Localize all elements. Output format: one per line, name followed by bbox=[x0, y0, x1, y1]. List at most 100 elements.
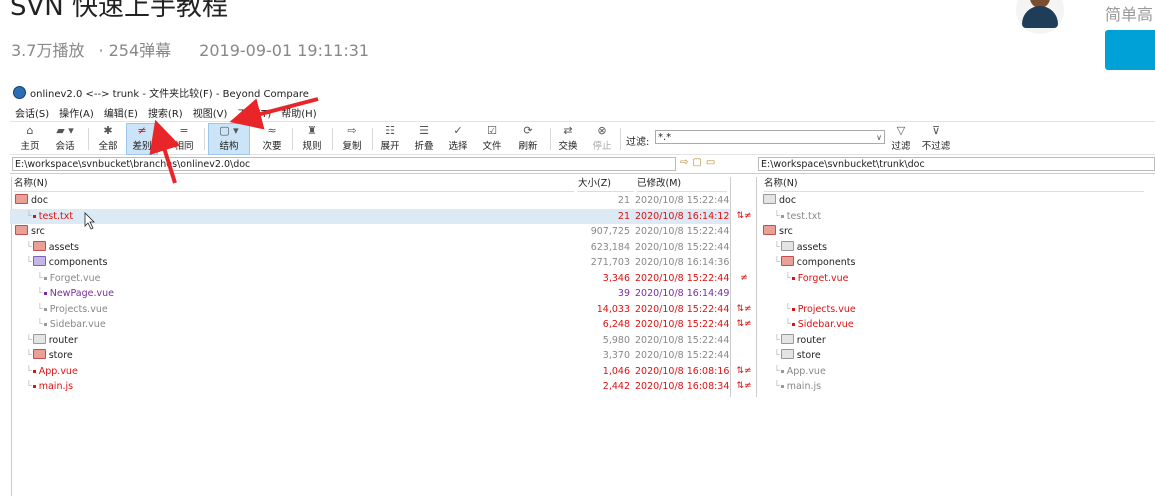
right-file-row[interactable]: └ main.js bbox=[758, 379, 1155, 395]
referee-icon: ♜ bbox=[307, 124, 317, 137]
left-file-tree: doc 21 2020/10/8 15:22:44 └ test.txt 21 2020/1… bbox=[10, 193, 752, 395]
path-bar: E:\workspace\svnbucket\branches\onlinev2… bbox=[10, 156, 1155, 174]
file-size: 907,725 bbox=[590, 226, 630, 237]
menu-session[interactable]: 会话(S) bbox=[15, 105, 49, 120]
files-button[interactable]: ☑ 文件 bbox=[478, 124, 506, 154]
left-file-row[interactable]: └ components 271,703 2020/10/8 16:14:36 bbox=[10, 255, 730, 271]
left-file-row[interactable]: src 907,725 2020/10/8 15:22:44 bbox=[10, 224, 730, 240]
show-all-button[interactable]: ✱ 全部 bbox=[94, 124, 122, 154]
equal-icon: = bbox=[179, 124, 189, 137]
left-file-row[interactable]: └ App.vue 1,046 2020/10/8 16:08:16 ⇅≠ bbox=[10, 364, 752, 380]
publish-datetime: 2019-09-01 19:11:31 bbox=[199, 41, 370, 60]
right-file-row[interactable]: doc bbox=[758, 193, 1155, 209]
file-modified: 2020/10/8 15:22:44 bbox=[635, 195, 730, 206]
file-name: components bbox=[796, 257, 856, 268]
follow-button[interactable] bbox=[1105, 30, 1155, 70]
left-file-row[interactable]: doc 21 2020/10/8 15:22:44 bbox=[10, 193, 730, 209]
no-filter-button[interactable]: ⊽ 不过滤 bbox=[920, 124, 952, 154]
col-name-left[interactable]: 名称(N) bbox=[14, 177, 574, 192]
right-file-row[interactable]: └ Projects.vue bbox=[758, 302, 1155, 318]
left-path-input[interactable]: E:\workspace\svnbucket\branches\onlinev2… bbox=[12, 157, 676, 171]
file-modified: 2020/10/8 16:08:34 bbox=[635, 381, 730, 392]
stop-button[interactable]: ⊗ 停止 bbox=[588, 124, 616, 154]
select-icon: ✓ bbox=[453, 124, 463, 137]
file-name: App.vue bbox=[786, 365, 826, 377]
left-file-row[interactable]: └ test.txt 21 2020/10/8 16:14:12 ⇅≠ bbox=[10, 208, 752, 224]
right-file-row[interactable]: └ components bbox=[758, 255, 1155, 271]
right-file-row[interactable]: └ store bbox=[758, 348, 1155, 364]
show-diff-button[interactable]: ≠ 差别 bbox=[126, 123, 158, 155]
chevron-down-icon[interactable]: ∨ bbox=[876, 131, 882, 145]
menu-help[interactable]: 帮助(H) bbox=[281, 105, 316, 120]
app-icon bbox=[13, 86, 26, 99]
left-file-row[interactable]: └ NewPage.vue 39 2020/10/8 16:14:49 bbox=[10, 286, 730, 302]
filter-input[interactable]: *.* ∨ bbox=[655, 130, 885, 144]
right-file-row[interactable]: src bbox=[758, 224, 1155, 240]
home-button[interactable]: ⌂ 主页 bbox=[16, 124, 44, 154]
left-file-row[interactable]: └ main.js 2,442 2020/10/8 16:08:34 ⇅≠ bbox=[10, 379, 752, 395]
right-path-input[interactable]: E:\workspace\svnbucket\trunk\doc bbox=[758, 157, 1155, 171]
file-size: 5,980 bbox=[602, 334, 630, 346]
left-file-row[interactable]: └ store 3,370 2020/10/8 15:22:44 bbox=[10, 348, 730, 364]
copy-button[interactable]: ⇨ 复制 bbox=[338, 124, 366, 154]
right-file-row[interactable]: └ Sidebar.vue bbox=[758, 317, 1155, 333]
col-modified[interactable]: 已修改(M) bbox=[637, 177, 727, 192]
left-file-row[interactable]: └ Forget.vue 3,346 2020/10/8 15:22:44 ≠ bbox=[10, 271, 748, 287]
filter-button[interactable]: ▽ 过滤 bbox=[887, 124, 915, 154]
file-name: Forget.vue bbox=[797, 272, 849, 284]
right-file-row[interactable]: └ assets bbox=[758, 240, 1155, 256]
file-name: main.js bbox=[38, 381, 74, 392]
structure-button[interactable]: ▢ ▾ 结构 bbox=[208, 123, 250, 155]
file-modified: 2020/10/8 15:22:44 bbox=[635, 303, 730, 315]
video-meta: 3.7万播放 · 254弹幕 2019-09-01 19:11:31 bbox=[11, 37, 383, 61]
structure-icon: ▢ ▾ bbox=[219, 124, 239, 137]
file-icon bbox=[791, 276, 795, 280]
file-modified: 2020/10/8 16:14:36 bbox=[635, 257, 730, 268]
menu-view[interactable]: 视图(V) bbox=[193, 105, 228, 120]
swap-button[interactable]: ⇄ 交换 bbox=[554, 124, 582, 154]
right-file-row[interactable]: └ router bbox=[758, 333, 1155, 349]
left-file-row[interactable]: └ assets 623,184 2020/10/8 15:22:44 bbox=[10, 240, 730, 256]
refresh-icon: ⟳ bbox=[523, 124, 533, 137]
menu-tools[interactable]: 工具(T) bbox=[237, 105, 271, 120]
file-size: 271,703 bbox=[590, 257, 630, 268]
left-file-row[interactable]: └ Projects.vue 14,033 2020/10/8 15:22:44 ⇅≠ bbox=[10, 302, 752, 318]
file-size: 3,370 bbox=[602, 350, 630, 361]
expand-button[interactable]: ☷ 展开 bbox=[376, 124, 404, 154]
right-file-row[interactable]: └ test.txt bbox=[758, 209, 1155, 225]
left-file-row[interactable]: └ router 5,980 2020/10/8 15:22:44 bbox=[10, 333, 730, 349]
folder-icon bbox=[32, 349, 46, 359]
file-icon bbox=[32, 369, 36, 373]
file-name: Forget.vue bbox=[49, 272, 101, 284]
col-size[interactable]: 大小(Z) bbox=[578, 177, 634, 192]
left-file-row[interactable]: └ Sidebar.vue 6,248 2020/10/8 15:22:44 ⇅≠ bbox=[10, 317, 752, 333]
file-name: router bbox=[796, 334, 826, 346]
file-name: NewPage.vue bbox=[49, 288, 114, 299]
menu-search[interactable]: 搜索(R) bbox=[148, 105, 183, 120]
refresh-button[interactable]: ⟳ 刷新 bbox=[514, 124, 542, 154]
menu-actions[interactable]: 操作(A) bbox=[59, 105, 94, 120]
file-name: assets bbox=[796, 241, 827, 253]
file-size: 39 bbox=[617, 288, 630, 299]
session-button[interactable]: ▰ ▾ 会话 bbox=[48, 124, 82, 154]
file-name: Sidebar.vue bbox=[49, 319, 106, 330]
minor-button[interactable]: ≈ 次要 bbox=[258, 124, 286, 154]
file-modified: 2020/10/8 15:22:44 bbox=[635, 241, 730, 253]
file-name: src bbox=[31, 226, 45, 237]
file-name: test.txt bbox=[786, 210, 822, 222]
right-file-row[interactable]: └ App.vue bbox=[758, 364, 1155, 380]
file-name: components bbox=[48, 257, 108, 268]
select-button[interactable]: ✓ 选择 bbox=[444, 124, 472, 154]
collapse-button[interactable]: ☰ 折叠 bbox=[410, 124, 438, 154]
right-file-row[interactable]: └ Forget.vue bbox=[758, 271, 1155, 287]
rules-button[interactable]: ♜ 规则 bbox=[298, 124, 326, 154]
menu-edit[interactable]: 编辑(E) bbox=[104, 105, 138, 120]
filter-label: 过滤: bbox=[626, 137, 650, 148]
show-same-button[interactable]: = 相同 bbox=[170, 124, 198, 154]
col-name-right[interactable]: 名称(N) bbox=[764, 177, 1144, 192]
approx-icon: ≈ bbox=[267, 124, 277, 137]
right-file-row[interactable] bbox=[758, 286, 1155, 302]
uploader-avatar[interactable] bbox=[1016, 0, 1064, 34]
folder-browse-icons[interactable]: ⇨▢▭ bbox=[680, 157, 719, 168]
file-icon bbox=[43, 276, 47, 280]
